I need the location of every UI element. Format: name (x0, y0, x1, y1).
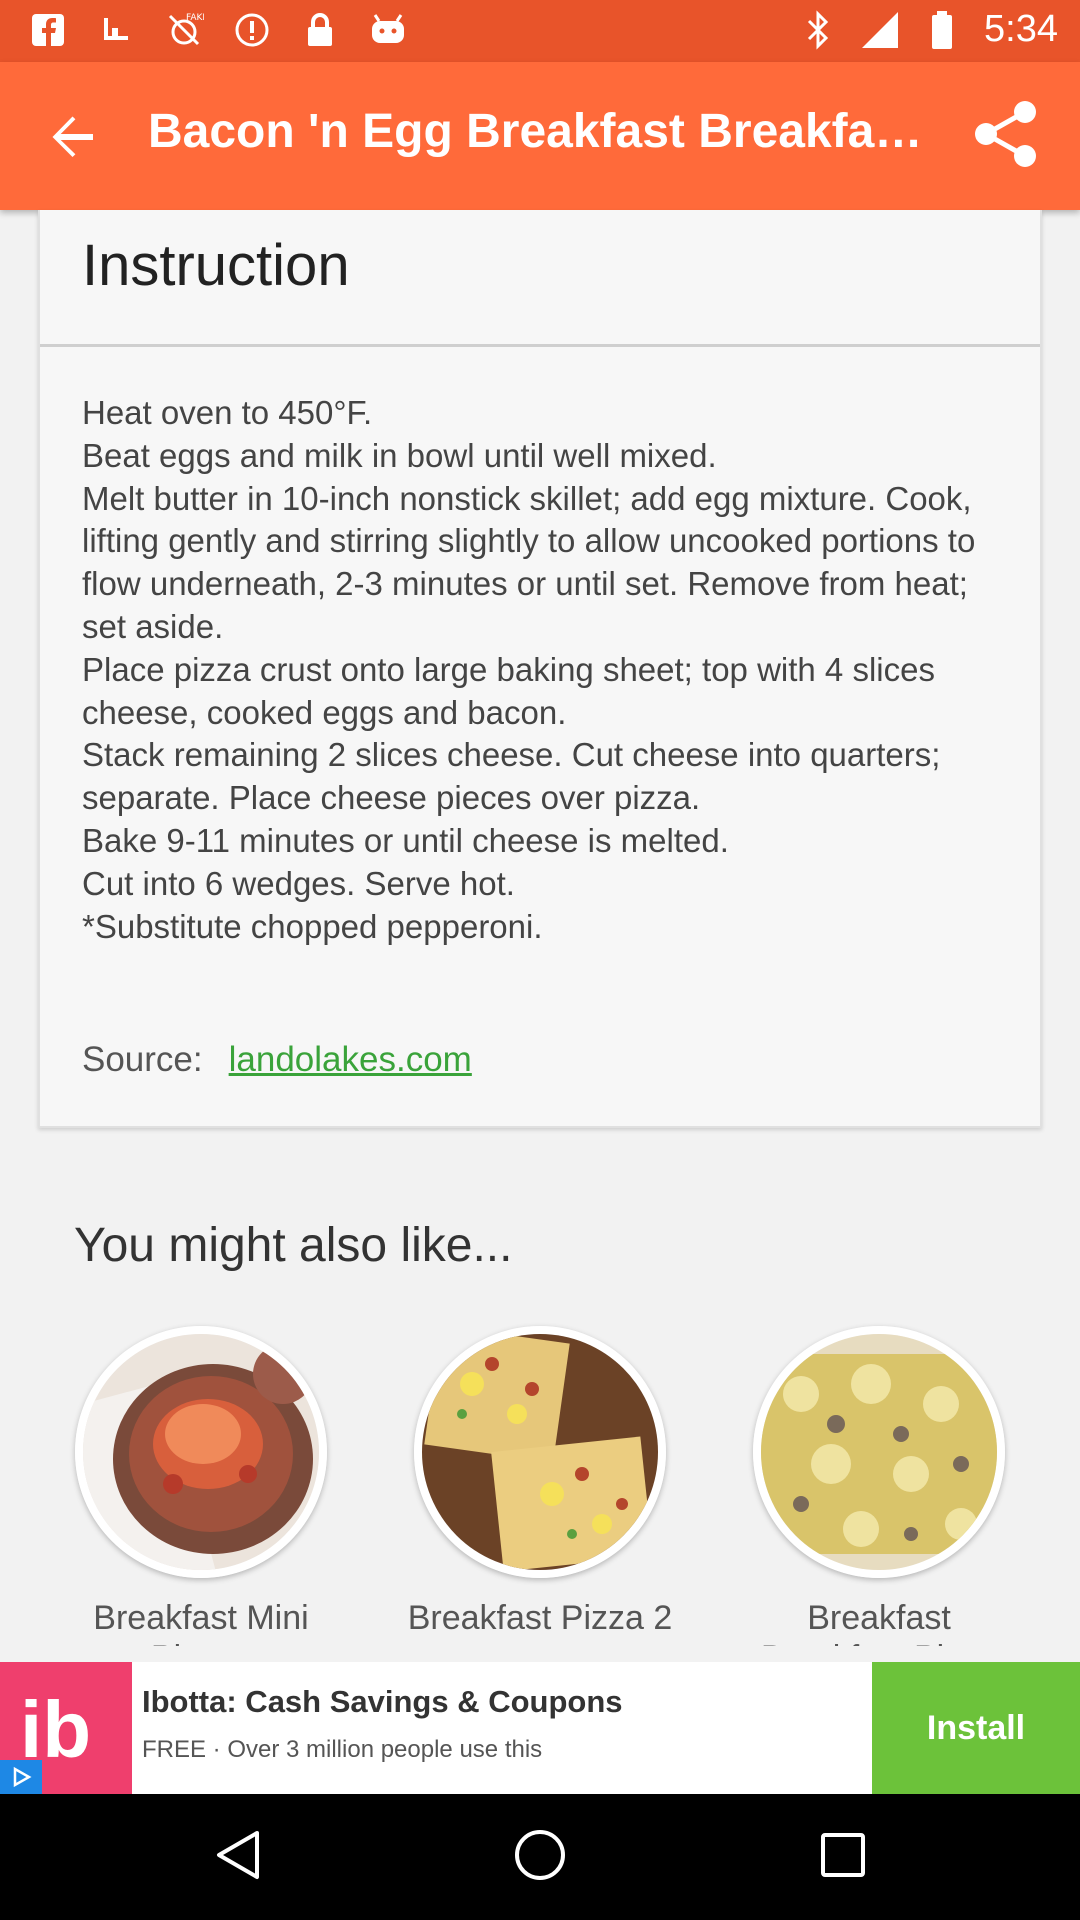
ad-logo: ib (0, 1662, 132, 1794)
android-icon (368, 10, 408, 50)
divider (40, 344, 1040, 347)
source-link[interactable]: landolakes.com (229, 1040, 472, 1080)
navigation-bar (0, 1794, 1080, 1920)
ad-subtitle: FREE · Over 3 million people use this (142, 1736, 543, 1763)
instruction-step: Beat eggs and milk in bowl until well mi… (82, 436, 717, 474)
ad-choices-icon[interactable] (0, 1760, 42, 1794)
home-circle-icon (513, 1828, 567, 1887)
recipe-thumbnail (75, 1326, 327, 1578)
bluetooth-icon (798, 9, 838, 50)
back-button[interactable] (40, 106, 106, 172)
nav-home-button[interactable] (507, 1824, 573, 1890)
suggestion-item[interactable]: Breakfast Breakfast Pizza (744, 1326, 1014, 1646)
back-triangle-icon (213, 1829, 261, 1886)
instruction-step: Cut into 6 wedges. Serve hot. (82, 864, 515, 902)
facebook-icon (28, 10, 68, 50)
recents-square-icon (819, 1831, 867, 1884)
suggestion-label: Breakfast Mini Pizzas (93, 1599, 309, 1646)
suggestion-item[interactable]: Breakfast Pizza 2 (405, 1326, 675, 1646)
status-time: 5:34 (984, 8, 1058, 50)
nav-back-button[interactable] (204, 1824, 270, 1890)
ad-banner[interactable]: ib Ibotta: Cash Savings & Coupons FREE ·… (0, 1662, 1080, 1794)
battery-icon (922, 10, 962, 50)
instruction-step: Place pizza crust onto large baking shee… (82, 650, 935, 731)
signal-icon (860, 10, 900, 50)
instruction-step: *Substitute chopped pepperoni. (82, 907, 543, 945)
install-button[interactable]: Install (872, 1662, 1080, 1794)
nav-recents-button[interactable] (810, 1824, 876, 1890)
recipe-thumbnail (753, 1326, 1005, 1578)
instruction-steps: Heat oven to 450°F. Beat eggs and milk i… (82, 392, 1012, 948)
source-row: Source: landolakes.com (82, 1040, 472, 1080)
app-bar: Bacon 'n Egg Breakfast Breakfa… (0, 62, 1080, 210)
instruction-step: Bake 9-11 minutes or until cheese is mel… (82, 821, 729, 859)
instruction-step: Stack remaining 2 slices cheese. Cut che… (82, 736, 941, 817)
instruction-card: Instruction Heat oven to 450°F. Beat egg… (38, 210, 1042, 1128)
status-bar: FAKE 5:34 (0, 0, 1080, 62)
page-title: Bacon 'n Egg Breakfast Breakfa… (148, 105, 923, 158)
screen: FAKE 5:34 (0, 0, 1080, 1920)
source-label: Source: (82, 1040, 203, 1079)
recipe-thumbnail (414, 1326, 666, 1578)
share-button[interactable] (968, 98, 1044, 174)
share-icon (973, 100, 1039, 173)
download-icon (96, 10, 136, 50)
fake-gps-icon: FAKE (164, 10, 204, 50)
suggestion-label: Breakfast Pizza 2 (407, 1599, 673, 1637)
arrow-back-icon (51, 115, 95, 164)
lock-icon (300, 10, 340, 50)
suggestions-heading: You might also like... (74, 1219, 513, 1272)
suggestion-item[interactable]: Breakfast Mini Pizzas (66, 1326, 336, 1646)
instruction-title: Instruction (82, 233, 350, 298)
alert-icon (232, 10, 272, 50)
svg-text:FAKE: FAKE (186, 13, 204, 23)
instruction-step: Heat oven to 450°F. (82, 394, 373, 431)
suggestion-label: Breakfast Breakfast Pizza (761, 1599, 997, 1646)
ad-title: Ibotta: Cash Savings & Coupons (142, 1684, 623, 1719)
instruction-step: Melt butter in 10-inch nonstick skillet;… (82, 479, 976, 645)
